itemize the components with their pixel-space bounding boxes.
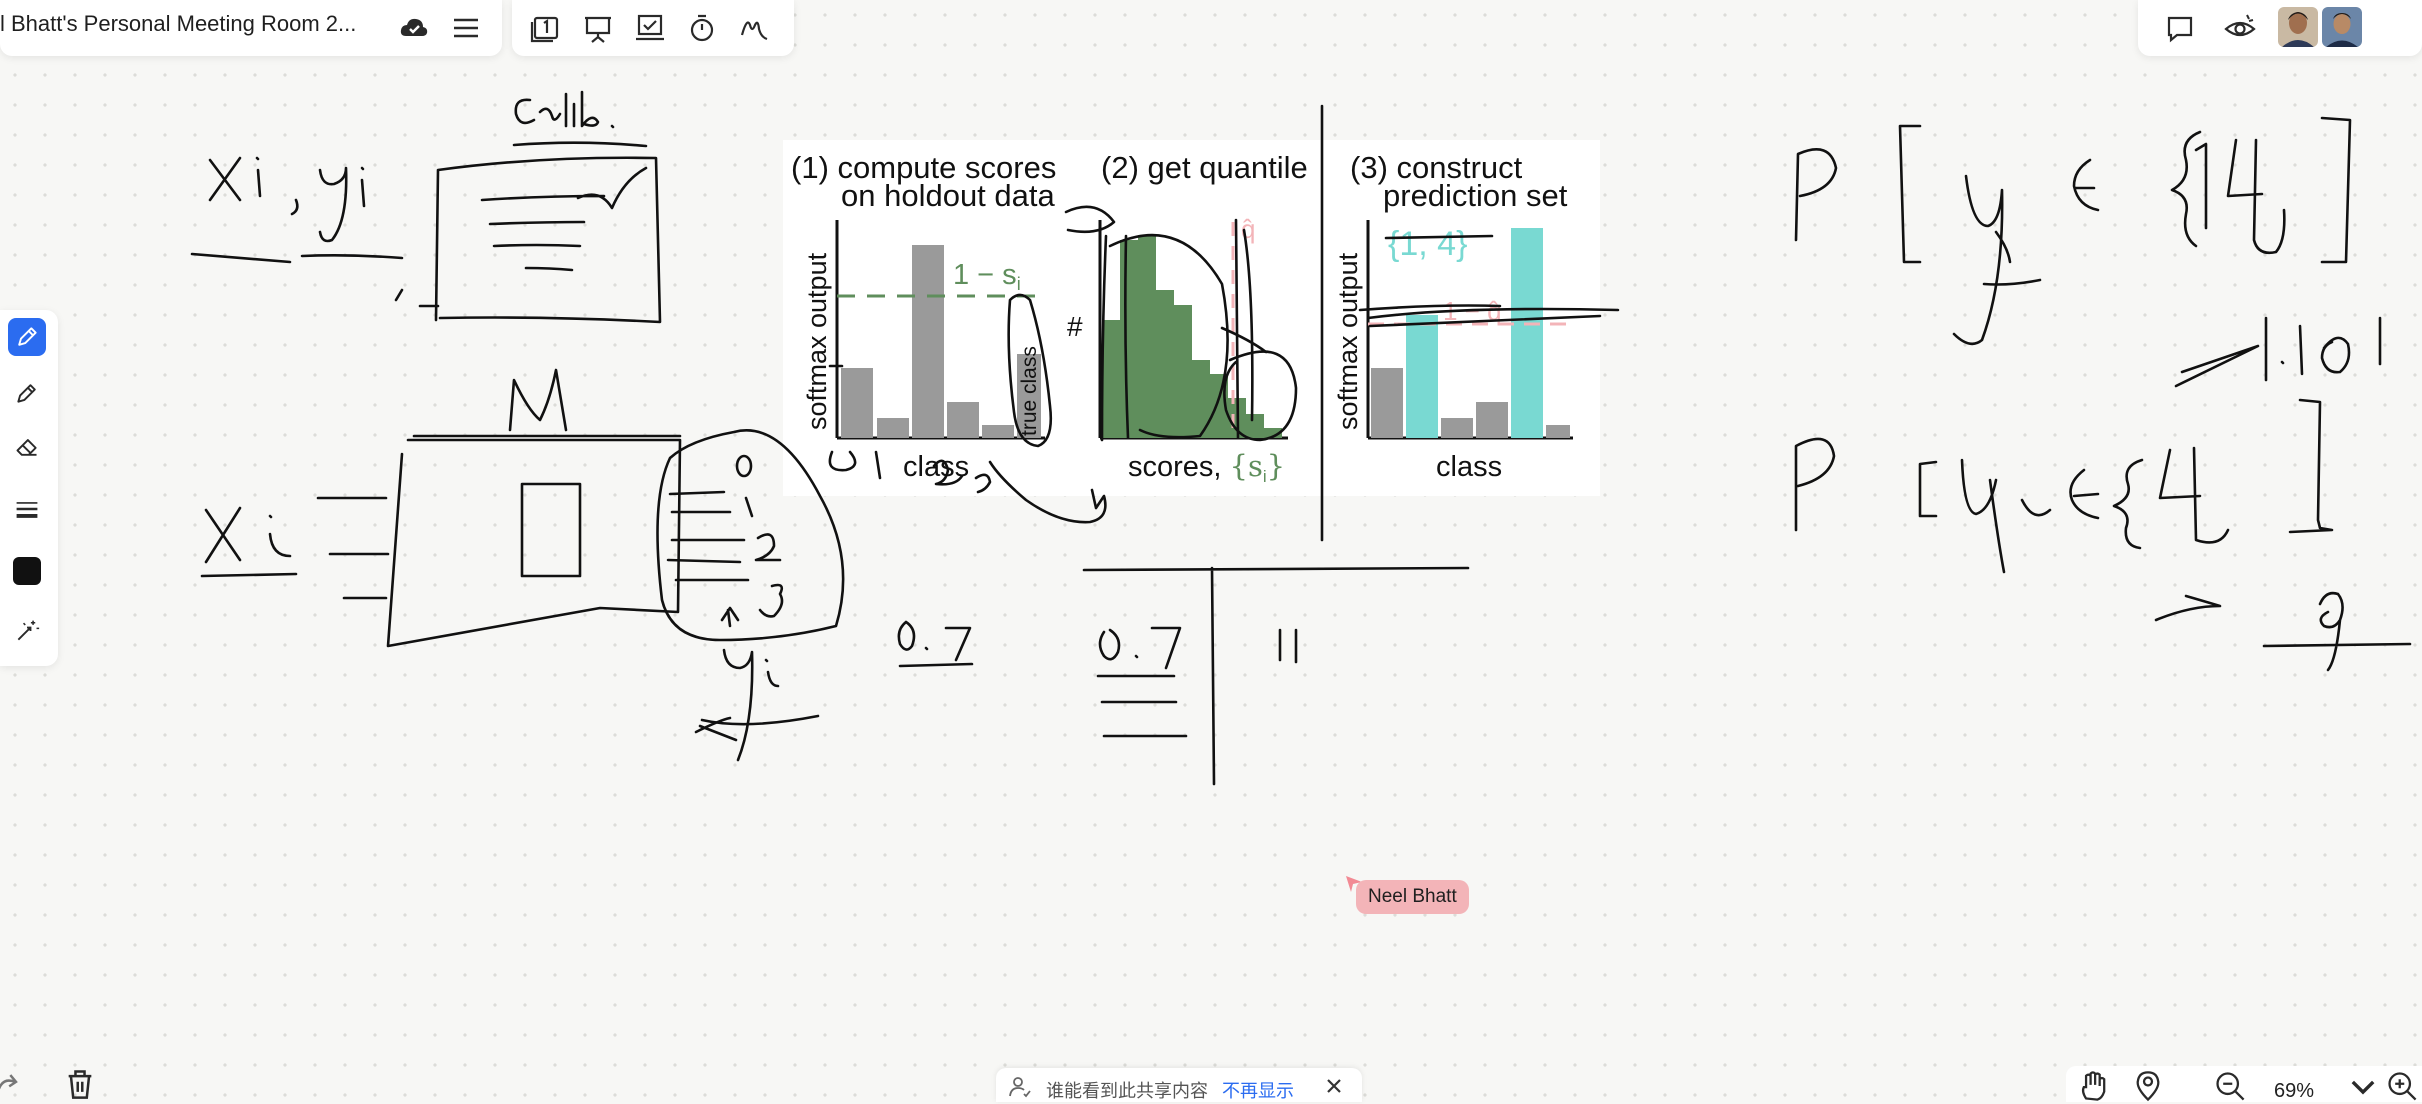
locate-icon[interactable] xyxy=(2132,1070,2164,1102)
zoom-level[interactable]: 69% xyxy=(2274,1080,2314,1103)
bottom-right-controls: 69% xyxy=(2066,1066,2422,1102)
chevron-down-icon[interactable] xyxy=(2350,1074,2376,1100)
share-notice: 谁能看到此共享内容 不再显示 xyxy=(996,1068,1362,1102)
cursor-name-tag: Neel Bhatt xyxy=(1356,880,1469,914)
hand-icon[interactable] xyxy=(2078,1070,2110,1102)
zoom-out-icon[interactable] xyxy=(2214,1070,2246,1102)
dont-show-again-link[interactable]: 不再显示 xyxy=(1222,1077,1294,1103)
close-icon[interactable] xyxy=(1324,1076,1344,1101)
redo-icon[interactable] xyxy=(0,1068,22,1098)
handwriting-layer xyxy=(190,90,2412,786)
user-visibility-icon xyxy=(1008,1074,1032,1103)
notice-text: 谁能看到此共享内容 xyxy=(1046,1081,1208,1101)
bottom-left-controls xyxy=(0,1066,104,1102)
zoom-in-icon[interactable] xyxy=(2386,1070,2418,1102)
trash-icon[interactable] xyxy=(64,1068,96,1100)
